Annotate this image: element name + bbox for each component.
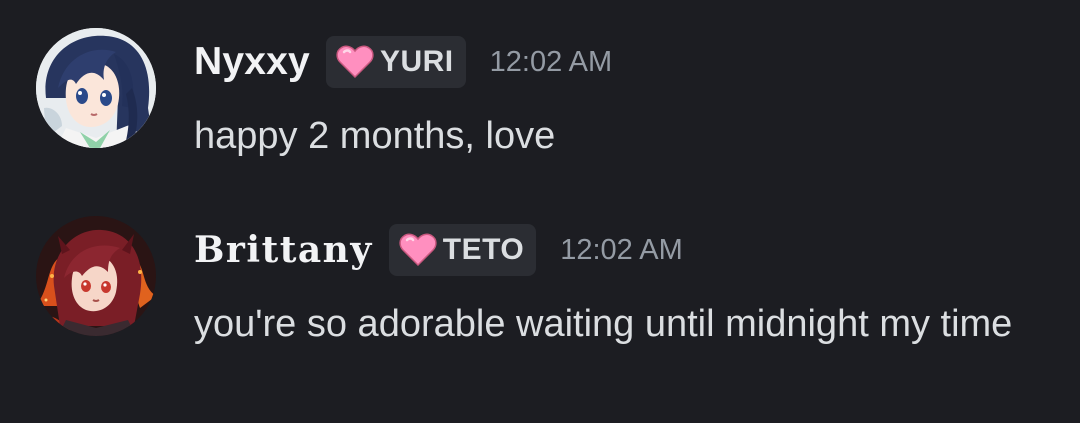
server-tag[interactable]: YURI <box>325 36 466 88</box>
pink-heart-icon <box>399 233 437 267</box>
message-header: Nyxxy YURI 12:02 AM <box>194 34 612 90</box>
timestamp[interactable]: 12:02 AM <box>490 46 613 79</box>
message-header: Brittany TETO 12:02 AM <box>194 222 683 278</box>
tag-label: TETO <box>442 233 525 266</box>
timestamp[interactable]: 12:02 AM <box>560 234 683 267</box>
username[interactable]: Nyxxy <box>194 40 310 84</box>
avatar[interactable] <box>36 28 156 148</box>
username[interactable]: Brittany <box>194 229 373 271</box>
server-tag[interactable]: TETO <box>388 224 537 276</box>
avatar[interactable] <box>36 216 156 336</box>
pink-heart-icon <box>336 45 374 79</box>
avatar-image <box>36 216 156 336</box>
message-content: you're so adorable waiting until midnigh… <box>194 303 1013 345</box>
message-content: happy 2 months, love <box>194 115 556 157</box>
avatar-image <box>36 28 156 148</box>
tag-label: YURI <box>379 45 454 78</box>
